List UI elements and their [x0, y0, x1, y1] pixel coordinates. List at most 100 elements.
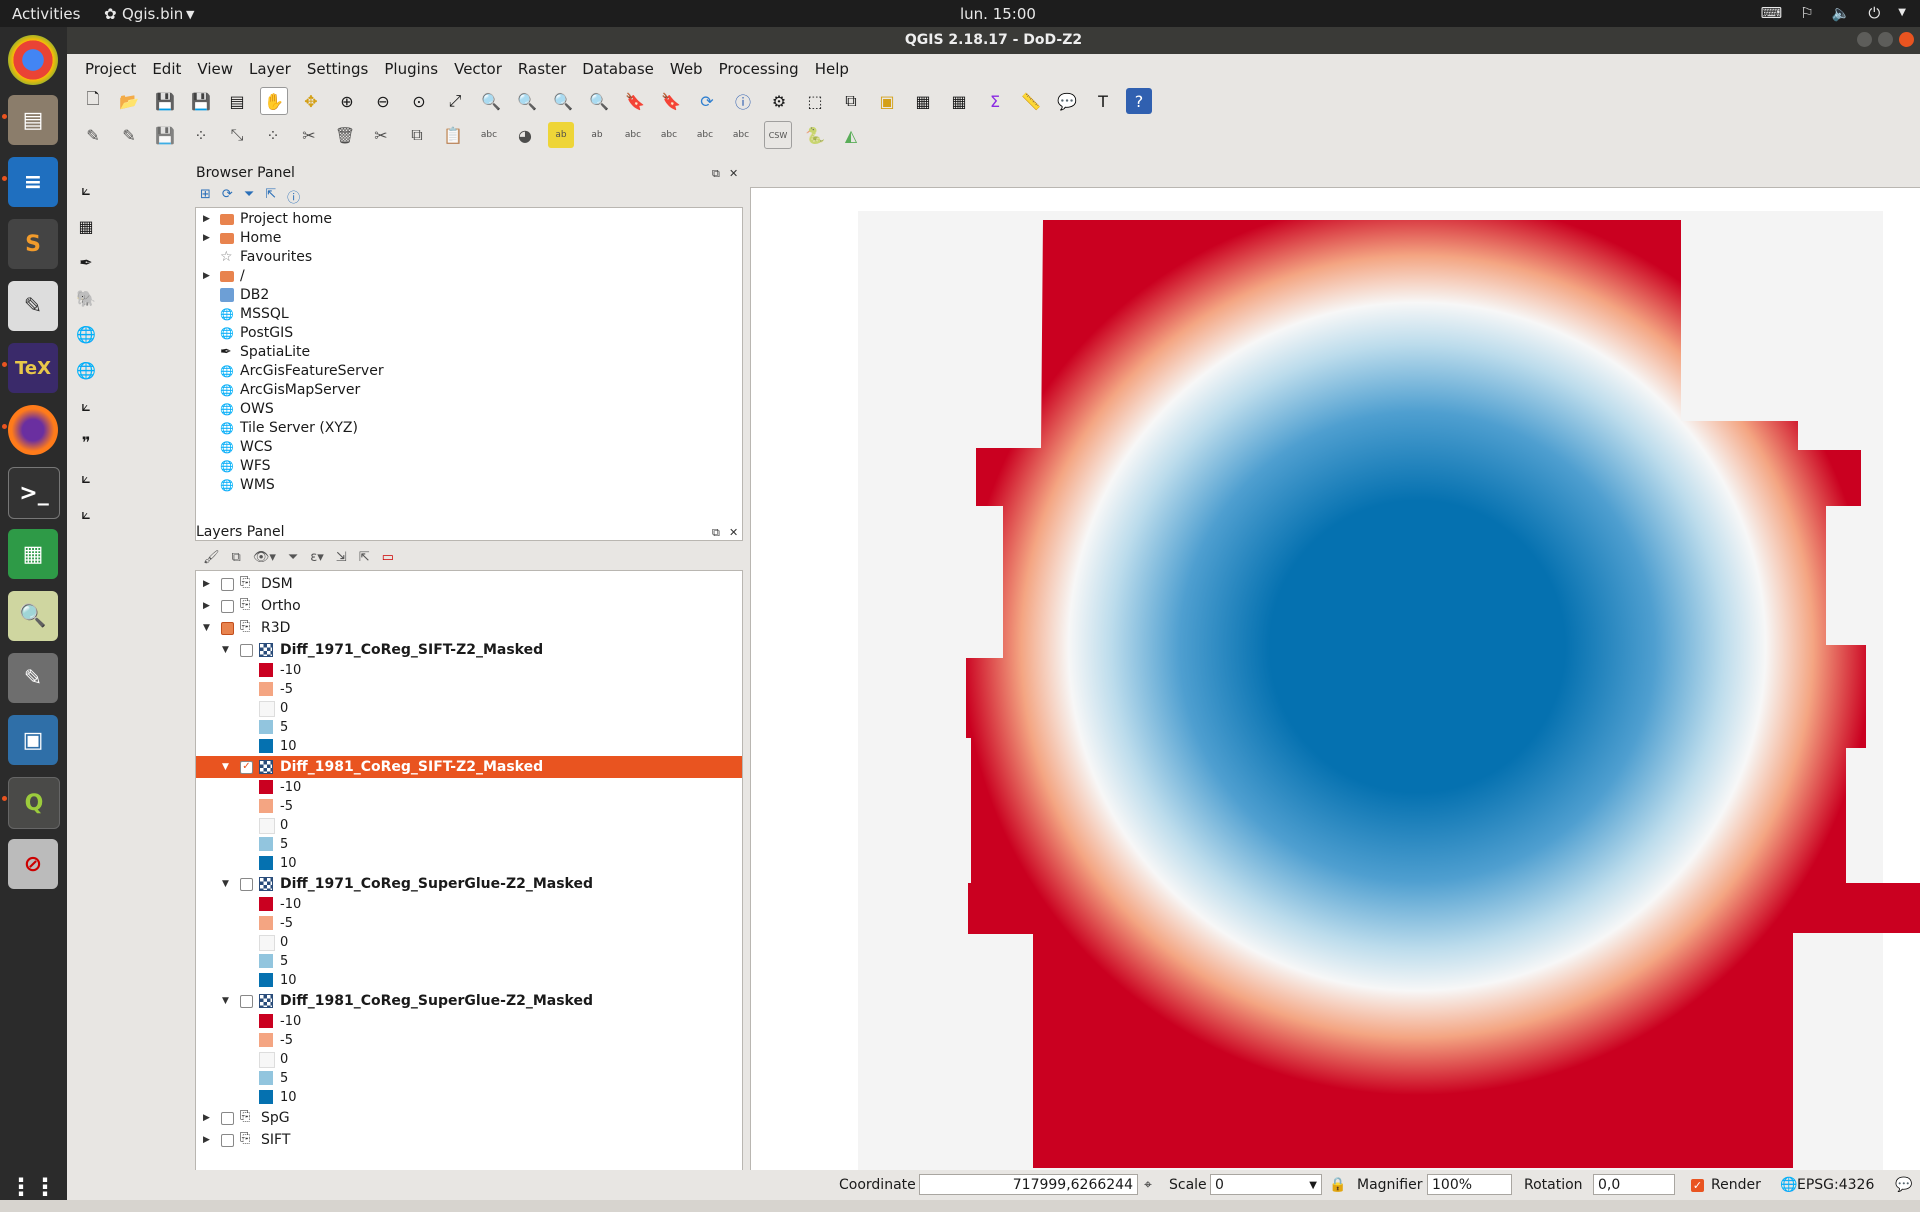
chrome-icon[interactable] [8, 35, 58, 85]
expand-arrow-icon[interactable]: ▶ [203, 229, 213, 248]
layer-group[interactable]: ▶ ⎘ Ortho [196, 595, 742, 617]
zoom-selection-icon[interactable]: 🔍 [478, 88, 504, 114]
highlight-labels-icon[interactable]: ab [584, 122, 610, 148]
power-icon[interactable]: ⏻ [1868, 4, 1880, 22]
globe-icon[interactable]: 🌐 [1780, 1177, 1797, 1193]
filter-legend-icon[interactable]: ⏷ [288, 550, 298, 565]
add-wms-layer-icon[interactable]: 🌐 [73, 321, 99, 347]
layer-diagram-icon[interactable]: ◕ [512, 122, 538, 148]
writer-icon[interactable]: ≡ [8, 157, 58, 207]
show-bookmarks-icon[interactable]: 🔖 [658, 88, 684, 114]
expand-arrow-icon[interactable]: ▶ [203, 210, 213, 229]
refresh-icon[interactable]: ⟳ [694, 88, 720, 114]
browser-item[interactable]: 🌐 Tile Server (XYZ) [196, 419, 742, 438]
volume-icon[interactable]: 🔈 [1832, 4, 1851, 22]
browser-item[interactable]: ▶ Project home [196, 210, 742, 229]
expand-arrow-icon[interactable]: ▶ [203, 573, 213, 595]
attribute-table-icon[interactable]: ▦ [910, 88, 936, 114]
layer-visibility-checkbox[interactable] [221, 1134, 234, 1147]
float-panel-icon[interactable]: ⧉ [712, 167, 720, 181]
maximize-button[interactable] [1878, 32, 1893, 47]
info-icon[interactable]: ⓘ [287, 187, 300, 206]
menu-help[interactable]: Help [807, 60, 857, 78]
menu-plugins[interactable]: Plugins [376, 60, 446, 78]
pan-icon[interactable]: ✋ [260, 87, 288, 115]
measure-icon[interactable]: 📏 [1018, 88, 1044, 114]
menu-web[interactable]: Web [662, 60, 711, 78]
rotate-label-icon[interactable]: abc [692, 122, 718, 148]
layer-visibility-checkbox[interactable] [221, 600, 234, 613]
layer-group[interactable]: ▶ ⎘ SIFT [196, 1129, 742, 1151]
profile-tool-icon[interactable]: ◭ [838, 122, 864, 148]
float-panel-icon[interactable]: ⧉ [712, 526, 720, 540]
browser-item[interactable]: 🌐 ArcGisMapServer [196, 381, 742, 400]
raster-layer-row[interactable]: ▼ ✓ Diff_1981_CoReg_SIFT-Z2_Masked [196, 756, 742, 778]
add-delimited-text-icon[interactable]: ❞ [73, 429, 99, 455]
collapse-arrow-icon[interactable]: ▼ [222, 873, 232, 895]
paste-features-icon[interactable]: 📋 [440, 122, 466, 148]
layer-visibility-checkbox[interactable] [240, 995, 253, 1008]
calc-icon[interactable]: ▦ [8, 529, 58, 579]
activities-button[interactable]: Activities [12, 5, 80, 23]
expand-arrow-icon[interactable]: ▶ [203, 267, 213, 286]
refresh-icon[interactable]: ⟳ [222, 187, 233, 206]
layer-visibility-checkbox[interactable]: ✓ [240, 761, 253, 774]
image-viewer-icon[interactable]: 🔍 [8, 591, 58, 641]
blocked-app-icon[interactable]: ⊘ [8, 839, 58, 889]
browser-item[interactable]: ▶ Home [196, 229, 742, 248]
browser-item[interactable]: ☆ Favourites [196, 248, 742, 267]
move-feature-icon[interactable]: ⤡ [224, 122, 250, 148]
messages-icon[interactable]: 💬 [1895, 1177, 1912, 1193]
terminal-icon[interactable]: >_ [8, 467, 60, 519]
coordinate-field[interactable]: 717999,6266244 [919, 1174, 1138, 1195]
browser-item[interactable]: 🌐 ArcGisFeatureServer [196, 362, 742, 381]
close-panel-icon[interactable]: ✕ [729, 526, 738, 539]
collapse-arrow-icon[interactable]: ▼ [222, 639, 232, 661]
zoom-last-icon[interactable]: 🔍 [550, 88, 576, 114]
toggle-editing-icon[interactable]: ✎ [116, 122, 142, 148]
raster-layer-row[interactable]: ▼ Diff_1971_CoReg_SuperGlue-Z2_Masked [196, 873, 742, 895]
collapse-all-icon[interactable]: ⇱ [265, 187, 276, 206]
menu-processing[interactable]: Processing [711, 60, 807, 78]
save-project-icon[interactable]: 💾 [152, 88, 178, 114]
browser-item[interactable]: 🌐 PostGIS [196, 324, 742, 343]
pan-to-selection-icon[interactable]: ✥ [298, 88, 324, 114]
expand-arrow-icon[interactable]: ▶ [203, 595, 213, 617]
close-button[interactable] [1899, 32, 1914, 47]
deselect-icon[interactable]: ▣ [874, 88, 900, 114]
chevron-down-icon[interactable]: ▼ [1898, 4, 1906, 22]
gimp-icon[interactable]: ✎ [8, 653, 58, 703]
files-icon[interactable]: ▤ [8, 95, 58, 145]
menu-vector[interactable]: Vector [446, 60, 510, 78]
browser-item[interactable]: 🌐 WMS [196, 476, 742, 495]
browser-item[interactable]: 🌐 MSSQL [196, 305, 742, 324]
add-group-icon[interactable]: ⧉ [232, 550, 241, 565]
remove-layer-icon[interactable]: ▭ [382, 550, 394, 565]
zoom-next-icon[interactable]: 🔍 [586, 88, 612, 114]
render-checkbox[interactable]: ✓ [1691, 1179, 1704, 1192]
pin-labels-icon[interactable]: ab [548, 122, 574, 148]
virtualbox-icon[interactable]: ▣ [8, 715, 58, 765]
menu-edit[interactable]: Edit [144, 60, 189, 78]
texstudio-icon[interactable]: TeX [8, 343, 58, 393]
filter-icon[interactable]: ⏷ [244, 187, 254, 206]
layer-visibility-checkbox[interactable] [221, 622, 234, 635]
keyboard-icon[interactable]: ⌨ [1761, 4, 1783, 22]
print-composer-icon[interactable]: ▤ [224, 88, 250, 114]
map-canvas[interactable] [750, 187, 1920, 1199]
copy-features-icon[interactable]: ⧉ [404, 122, 430, 148]
collapse-arrow-icon[interactable]: ▼ [222, 990, 232, 1012]
save-as-icon[interactable]: 💾 [188, 88, 214, 114]
collapse-arrow-icon[interactable]: ▼ [203, 617, 213, 639]
new-bookmark-icon[interactable]: 🔖 [622, 88, 648, 114]
identify-icon[interactable]: ⓘ [730, 88, 756, 114]
select-features-icon[interactable]: ⬚ [802, 88, 828, 114]
layer-visibility-checkbox[interactable] [221, 1112, 234, 1125]
sublime-icon[interactable]: S [8, 219, 58, 269]
chevron-down-icon[interactable]: ▼ [1309, 1175, 1317, 1196]
scale-field[interactable]: 0 ▼ [1210, 1174, 1322, 1195]
node-tool-icon[interactable]: ⁘ [260, 122, 286, 148]
layer-group[interactable]: ▼ ⎘ R3D [196, 617, 742, 639]
add-feature-icon[interactable]: ⁘ [188, 122, 214, 148]
map-tips-icon[interactable]: 💬 [1054, 88, 1080, 114]
